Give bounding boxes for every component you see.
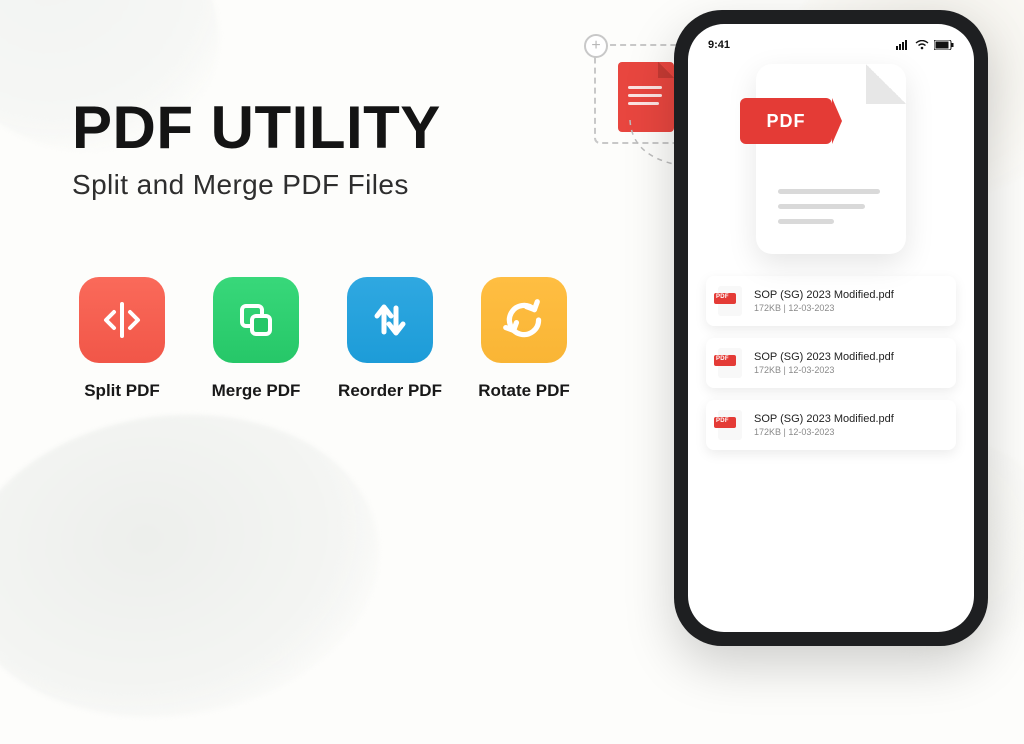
phone-mock: 9:41 PDF SOP (SG) 2023 Modified.pdf 172K… <box>674 10 988 646</box>
feature-split[interactable]: Split PDF <box>72 277 172 401</box>
pdf-hero: PDF <box>688 64 974 254</box>
file-meta: 172KB | 12-03-2023 <box>754 427 894 437</box>
pdf-file-icon <box>718 348 742 378</box>
feature-label: Rotate PDF <box>478 381 570 401</box>
promo-copy: PDF UTILITY Split and Merge PDF Files Sp… <box>72 96 632 401</box>
pdf-badge: PDF <box>740 98 832 144</box>
status-icons <box>896 40 954 50</box>
feature-row: Split PDF Merge PDF Reorder PDF <box>72 277 632 401</box>
reorder-icon <box>347 277 433 363</box>
bg-blob <box>0 388 399 744</box>
phone-screen: 9:41 PDF SOP (SG) 2023 Modified.pdf 172K… <box>688 24 974 632</box>
status-bar: 9:41 <box>688 24 974 56</box>
file-name: SOP (SG) 2023 Modified.pdf <box>754 289 894 301</box>
page-subtitle: Split and Merge PDF Files <box>72 169 632 201</box>
file-list: SOP (SG) 2023 Modified.pdf 172KB | 12-03… <box>688 276 974 450</box>
feature-label: Reorder PDF <box>338 381 442 401</box>
page-title: PDF UTILITY <box>72 96 632 159</box>
file-meta: 172KB | 12-03-2023 <box>754 365 894 375</box>
merge-icon <box>213 277 299 363</box>
feature-rotate[interactable]: Rotate PDF <box>474 277 574 401</box>
rotate-icon <box>481 277 567 363</box>
file-row[interactable]: SOP (SG) 2023 Modified.pdf 172KB | 12-03… <box>706 400 956 450</box>
battery-icon <box>934 40 954 50</box>
pdf-document-icon: PDF <box>756 64 906 254</box>
plus-icon: + <box>584 34 608 58</box>
file-row[interactable]: SOP (SG) 2023 Modified.pdf 172KB | 12-03… <box>706 338 956 388</box>
signal-icon <box>896 40 910 50</box>
file-meta: 172KB | 12-03-2023 <box>754 303 894 313</box>
wifi-icon <box>915 40 929 50</box>
pdf-file-icon <box>718 410 742 440</box>
file-name: SOP (SG) 2023 Modified.pdf <box>754 413 894 425</box>
file-name: SOP (SG) 2023 Modified.pdf <box>754 351 894 363</box>
file-row[interactable]: SOP (SG) 2023 Modified.pdf 172KB | 12-03… <box>706 276 956 326</box>
feature-reorder[interactable]: Reorder PDF <box>340 277 440 401</box>
feature-label: Split PDF <box>84 381 160 401</box>
feature-label: Merge PDF <box>212 381 301 401</box>
feature-merge[interactable]: Merge PDF <box>206 277 306 401</box>
status-time: 9:41 <box>708 39 730 51</box>
pdf-file-icon <box>718 286 742 316</box>
split-icon <box>79 277 165 363</box>
